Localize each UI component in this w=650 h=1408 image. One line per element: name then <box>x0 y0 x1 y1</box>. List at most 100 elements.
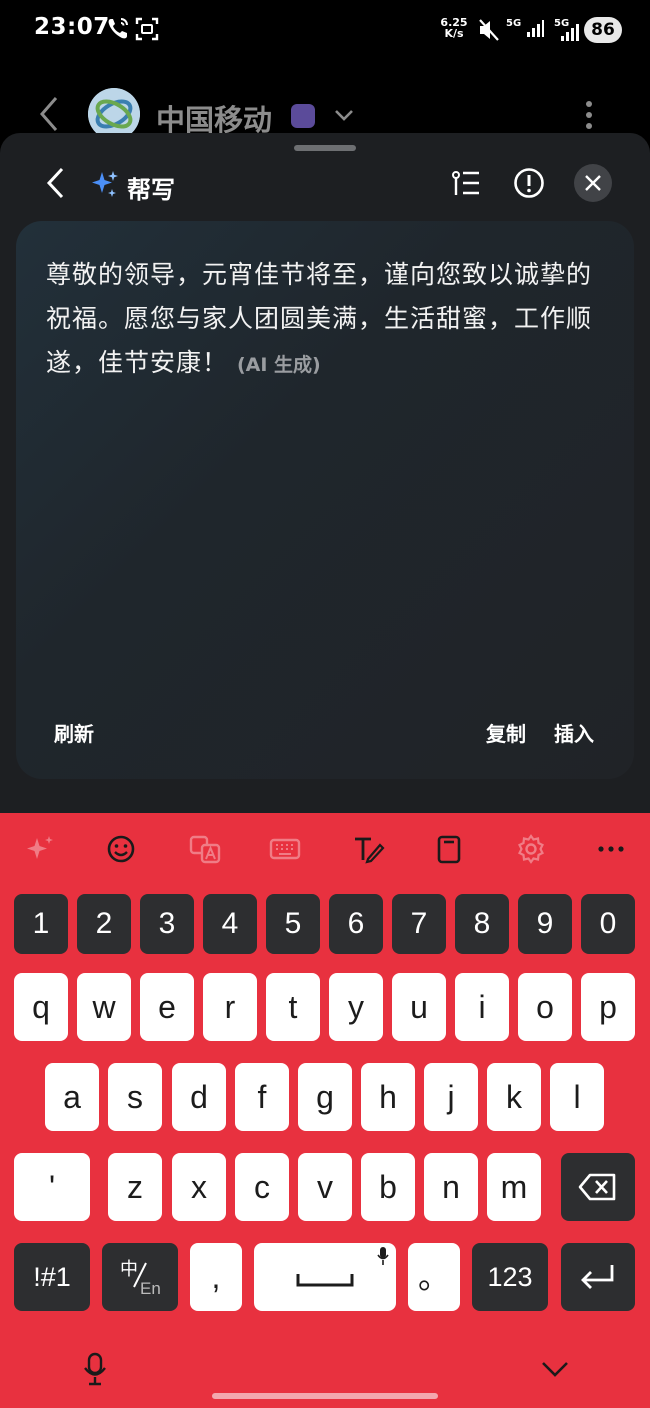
key-label: x <box>191 1169 207 1205</box>
clipboard-icon[interactable] <box>432 833 468 865</box>
translate-icon[interactable] <box>188 833 224 865</box>
key-8[interactable]: 8 <box>455 894 509 954</box>
key-4[interactable]: 4 <box>203 894 257 954</box>
sheet-grabber[interactable] <box>294 145 356 151</box>
key-n[interactable]: n <box>424 1153 478 1221</box>
key-d[interactable]: d <box>172 1063 226 1131</box>
backspace-key[interactable] <box>561 1153 635 1221</box>
refresh-button[interactable]: 刷新 <box>54 718 94 747</box>
emoji-icon[interactable] <box>104 833 140 865</box>
key-6[interactable]: 6 <box>329 894 383 954</box>
key-label: 123 <box>487 1262 533 1292</box>
key-label: n <box>442 1169 460 1205</box>
key-label: 0 <box>599 907 617 940</box>
writing-assistant-sheet: 帮写 尊敬的领导，元宵佳节将至，谨向您致以诚挚的祝福。愿您与家人团圆美满，生活甜… <box>0 133 650 813</box>
collapse-keyboard-icon[interactable] <box>540 1359 570 1383</box>
key-s[interactable]: s <box>108 1063 162 1131</box>
key-u[interactable]: u <box>392 973 446 1041</box>
key-z[interactable]: z <box>108 1153 162 1221</box>
space-key[interactable] <box>254 1243 396 1311</box>
key-1[interactable]: 1 <box>14 894 68 954</box>
close-button[interactable] <box>574 164 612 202</box>
key-a[interactable]: a <box>45 1063 99 1131</box>
ai-sparkle-icon[interactable] <box>24 833 60 865</box>
key-label: v <box>317 1169 333 1205</box>
key-b[interactable]: b <box>361 1153 415 1221</box>
key-g[interactable]: g <box>298 1063 352 1131</box>
key-label: 9 <box>536 907 554 940</box>
key-label: 2 <box>95 907 113 940</box>
key-label: !#1 <box>33 1262 71 1292</box>
key-label: e <box>158 989 176 1025</box>
home-indicator[interactable] <box>212 1393 438 1399</box>
key-c[interactable]: c <box>235 1153 289 1221</box>
language-switch-key[interactable]: 中 En <box>102 1243 178 1311</box>
net-type-1: 5G <box>506 18 522 29</box>
key-k[interactable]: k <box>487 1063 541 1131</box>
chevron-down-icon[interactable] <box>334 107 354 126</box>
numbers-key[interactable]: 123 <box>472 1243 548 1311</box>
insert-button[interactable]: 插入 <box>554 718 594 747</box>
key-q[interactable]: q <box>14 973 68 1041</box>
key-v[interactable]: v <box>298 1153 352 1221</box>
back-arrow-icon[interactable] <box>38 96 60 136</box>
battery-level: 86 <box>584 17 622 43</box>
key-label: j <box>447 1079 455 1115</box>
key-label: t <box>288 989 298 1025</box>
ai-generated-tag: (AI 生成) <box>236 354 321 376</box>
key-label: u <box>410 989 428 1025</box>
sheet-title: 帮写 <box>127 176 175 204</box>
key-j[interactable]: j <box>424 1063 478 1131</box>
key-y[interactable]: y <box>329 973 383 1041</box>
settings-gear-icon[interactable] <box>514 833 550 865</box>
key-label: i <box>478 989 486 1025</box>
microphone-icon[interactable] <box>80 1351 110 1391</box>
symbols-key[interactable]: !#1 <box>14 1243 90 1311</box>
comma-key[interactable]: , <box>190 1243 242 1311</box>
keyboard-layout-icon[interactable] <box>268 833 304 865</box>
key-label: y <box>348 989 364 1025</box>
key-f[interactable]: f <box>235 1063 289 1131</box>
keyboard: 1 2 3 4 5 6 7 8 9 0 q w e r t y u i o p … <box>0 813 650 1408</box>
key-e[interactable]: e <box>140 973 194 1041</box>
network-speed: 6.25 K/s <box>438 17 470 39</box>
space-bar-icon <box>296 1274 354 1287</box>
key-label: 5 <box>284 907 302 940</box>
back-arrow-icon[interactable] <box>44 167 66 203</box>
key-apostrophe[interactable]: ' <box>14 1153 90 1221</box>
key-h[interactable]: h <box>361 1063 415 1131</box>
info-icon[interactable] <box>513 167 545 203</box>
key-label: a <box>63 1079 81 1115</box>
key-2[interactable]: 2 <box>77 894 131 954</box>
more-horizontal-icon[interactable] <box>594 833 630 865</box>
key-5[interactable]: 5 <box>266 894 320 954</box>
microphone-small-icon <box>377 1247 389 1265</box>
key-o[interactable]: o <box>518 973 572 1041</box>
key-t[interactable]: t <box>266 973 320 1041</box>
phone-wifi-call-icon <box>106 16 130 46</box>
key-label: w <box>92 989 116 1025</box>
key-0[interactable]: 0 <box>581 894 635 954</box>
key-w[interactable]: w <box>77 973 131 1041</box>
key-p[interactable]: p <box>581 973 635 1041</box>
key-m[interactable]: m <box>487 1153 541 1221</box>
more-vertical-icon[interactable] <box>584 100 594 134</box>
status-time: 23:07 <box>34 14 110 40</box>
enter-key[interactable] <box>561 1243 635 1311</box>
list-settings-icon[interactable] <box>450 167 482 203</box>
key-l[interactable]: l <box>550 1063 604 1131</box>
key-label: r <box>224 989 236 1025</box>
close-icon <box>585 175 601 191</box>
key-9[interactable]: 9 <box>518 894 572 954</box>
key-i[interactable]: i <box>455 973 509 1041</box>
key-label: , <box>211 1259 221 1295</box>
key-label: 8 <box>473 907 491 940</box>
key-r[interactable]: r <box>203 973 257 1041</box>
generated-text[interactable]: 尊敬的领导，元宵佳节将至，谨向您致以诚挚的祝福。愿您与家人团圆美满，生活甜蜜，工… <box>46 253 606 387</box>
key-3[interactable]: 3 <box>140 894 194 954</box>
copy-button[interactable]: 复制 <box>486 718 526 747</box>
handwriting-icon[interactable] <box>352 833 388 865</box>
period-key[interactable]: 。 <box>408 1243 460 1311</box>
key-7[interactable]: 7 <box>392 894 446 954</box>
key-x[interactable]: x <box>172 1153 226 1221</box>
